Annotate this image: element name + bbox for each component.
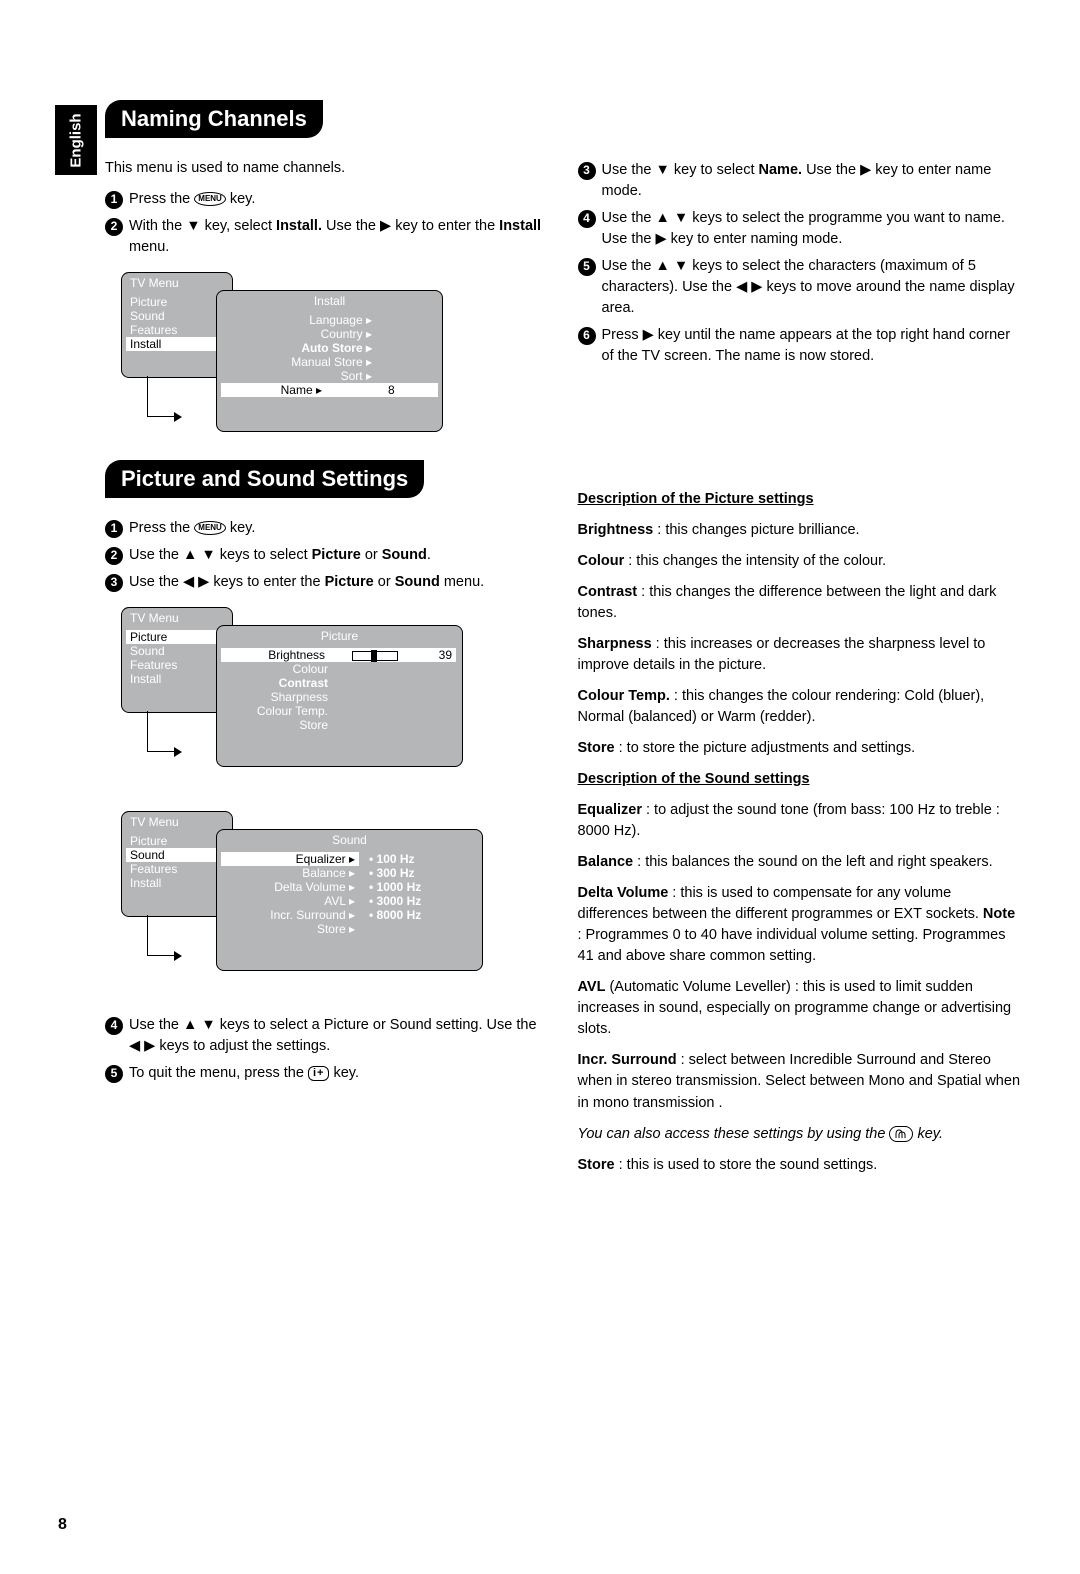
- arrow-icon: [147, 915, 176, 956]
- heading-desc-sound: Description of the Sound settings: [578, 769, 1021, 790]
- naming-step-1: 1 Press the MENU key.: [105, 189, 548, 210]
- desc-delta-volume: Delta Volume : this is used to compensat…: [578, 883, 1021, 967]
- desc-incr-surround: Incr. Surround : select between Incredib…: [578, 1050, 1021, 1113]
- iplus-key-icon: i+: [308, 1066, 329, 1081]
- desc-brightness: Brightness : this changes picture brilli…: [578, 520, 1021, 541]
- naming-step-2: 2 With the ▼ key, select Install. Use th…: [105, 216, 548, 258]
- install-items: Language ▸ Country ▸ Auto Store ▸ Manual…: [217, 311, 442, 401]
- desc-sound-store: Store : this is used to store the sound …: [578, 1155, 1021, 1176]
- picsound-step-1: 1 Press the MENU key.: [105, 518, 548, 539]
- picsound-step-2: 2 Use the ▲ ▼ keys to select Picture or …: [105, 545, 548, 566]
- naming-step-4: 4 Use the ▲ ▼ keys to select the program…: [578, 208, 1021, 250]
- diagram-install-menu: TV Menu Picture Sound Features Install I…: [111, 272, 548, 442]
- picsound-step-3: 3 Use the ◀ ▶ keys to enter the Picture …: [105, 572, 548, 593]
- diagram-picture-menu: TV Menu Picture Sound Features Install P…: [111, 607, 548, 793]
- manual-page: English Naming Channels This menu is use…: [0, 0, 1080, 1574]
- menu-key-icon: MENU: [194, 192, 226, 206]
- slider-icon: [352, 651, 398, 661]
- naming-step-6: 6 Press ▶ key until the name appears at …: [578, 325, 1021, 367]
- naming-step-3: 3 Use the ▼ key to select Name. Use the …: [578, 160, 1021, 202]
- desc-sound-note: You can also access these settings by us…: [578, 1124, 1021, 1145]
- desc-colour: Colour : this changes the intensity of t…: [578, 551, 1021, 572]
- page-number: 8: [58, 1516, 67, 1534]
- menu-key-icon: MENU: [194, 521, 226, 535]
- content-columns: Naming Channels This menu is used to nam…: [105, 100, 1020, 1186]
- language-label: English: [68, 113, 85, 167]
- sound-key-icon: [889, 1126, 913, 1142]
- install-panel: Install Language ▸ Country ▸ Auto Store …: [216, 290, 443, 432]
- desc-equalizer: Equalizer : to adjust the sound tone (fr…: [578, 800, 1021, 842]
- arrow-icon: [147, 376, 176, 417]
- arrow-icon: [147, 711, 176, 752]
- naming-step-5: 5 Use the ▲ ▼ keys to select the charact…: [578, 256, 1021, 319]
- left-column: Naming Channels This menu is used to nam…: [105, 100, 548, 1186]
- heading-picsound: Picture and Sound Settings: [105, 460, 424, 498]
- desc-sharpness: Sharpness : this increases or decreases …: [578, 634, 1021, 676]
- right-column: 3 Use the ▼ key to select Name. Use the …: [578, 100, 1021, 1186]
- heading-naming: Naming Channels: [105, 100, 323, 138]
- desc-colour-temp: Colour Temp. : this changes the colour r…: [578, 686, 1021, 728]
- language-tab: English: [55, 105, 97, 175]
- naming-intro: This menu is used to name channels.: [105, 158, 548, 179]
- picsound-step-4: 4 Use the ▲ ▼ keys to select a Picture o…: [105, 1015, 548, 1057]
- desc-contrast: Contrast : this changes the difference b…: [578, 582, 1021, 624]
- step-badge-1: 1: [105, 191, 123, 209]
- desc-avl: AVL (Automatic Volume Leveller) : this i…: [578, 977, 1021, 1040]
- desc-balance: Balance : this balances the sound on the…: [578, 852, 1021, 873]
- step-badge-2: 2: [105, 218, 123, 236]
- heading-desc-picture: Description of the Picture settings: [578, 489, 1021, 510]
- picsound-step-5: 5 To quit the menu, press the i+ key.: [105, 1063, 548, 1084]
- diagram-sound-menu: TV Menu Picture Sound Features Install S…: [111, 811, 548, 997]
- desc-pic-store: Store : to store the picture adjustments…: [578, 738, 1021, 759]
